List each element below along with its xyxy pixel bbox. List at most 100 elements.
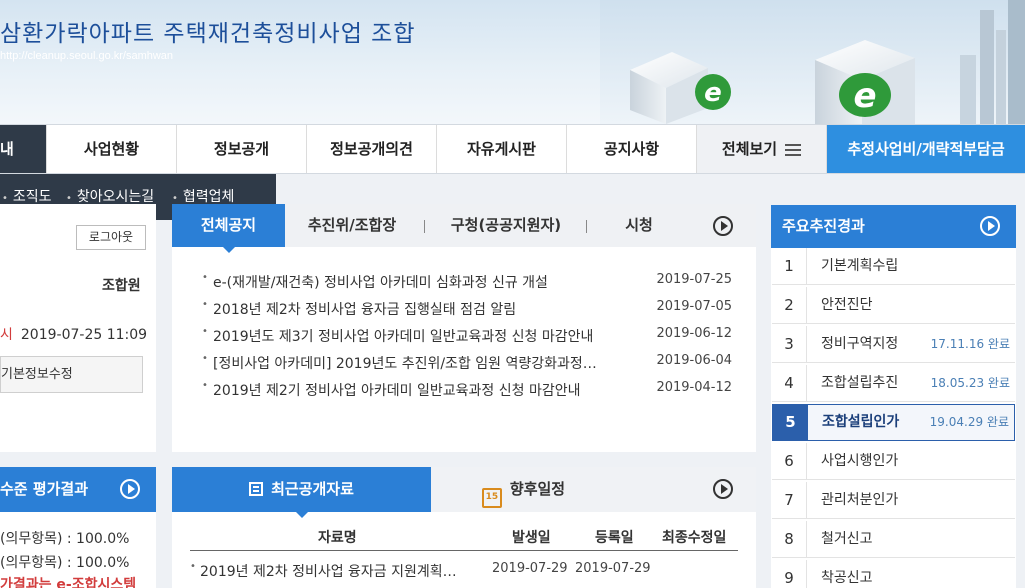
last-login: 시 2019-07-25 11:09	[0, 324, 147, 344]
progress-step[interactable]: 4 조합설립추진 18.05.23 완료	[772, 365, 1015, 402]
news-item[interactable]: • 2019년 제2기 정비사업 아카데미 일반교육과정 신청 마감안내 2019-…	[202, 380, 732, 400]
step-number: 4	[772, 365, 807, 402]
bullet-icon: •	[2, 193, 8, 204]
news-title: 2019년도 제3기 정비사업 아카데미 일반교육과정 신청 마감안내	[213, 329, 594, 345]
last-login-time: 2019-07-25 11:09	[20, 327, 148, 343]
step-number: 9	[772, 560, 807, 588]
progress-step[interactable]: 7 관리처분인가	[772, 482, 1015, 519]
progress-step-current[interactable]: 5 조합설립인가 19.04.29 완료	[772, 404, 1015, 441]
step-name: 착공신고	[821, 570, 873, 586]
gnb-label: 내	[0, 140, 14, 158]
news-item[interactable]: • e-(재개발/재건축) 정비사업 아카데미 심화과정 신규 개설 2019-07…	[202, 272, 732, 292]
news-date: 2019-07-05	[656, 299, 732, 314]
subnav-label: 협력업체	[182, 189, 235, 205]
news-date: 2019-06-12	[656, 326, 732, 341]
news-title: 2019년 제2기 정비사업 아카데미 일반교육과정 신청 마감안내	[213, 383, 581, 399]
bullet-icon: •	[190, 561, 196, 572]
gnb-item-estimated-cost[interactable]: 추정사업비/개략적부담금	[827, 125, 1025, 173]
logout-button[interactable]: 로그아웃	[76, 225, 146, 250]
member-type: 조합원	[102, 278, 141, 294]
progress-header[interactable]: 주요추진경과	[771, 205, 1016, 248]
level-note: 가결과는 e-조합시스템	[0, 577, 137, 588]
table-divider	[190, 550, 738, 551]
tab-all-notice[interactable]: 전체공지	[172, 204, 285, 253]
gnb-label: 공지사항	[603, 140, 660, 158]
tab-city-hall[interactable]: 시청	[592, 204, 686, 247]
edit-profile-button[interactable]: 기본정보수정	[0, 356, 143, 393]
gnb-item-view-all[interactable]: 전체보기	[697, 125, 827, 173]
step-name: 정비구역지정	[821, 336, 899, 352]
progress-step[interactable]: 6 사업시행인가	[772, 443, 1015, 480]
gnb-item-disclosure[interactable]: 정보공개	[177, 125, 307, 173]
level-title: 수준 평가결과	[0, 480, 89, 498]
tab-schedule[interactable]: 15 향후일정	[431, 467, 616, 512]
step-number: 3	[772, 326, 807, 363]
tab-district-office[interactable]: 구청(공공지원자)	[430, 204, 582, 247]
step-number: 8	[772, 521, 807, 558]
level-header[interactable]: 수준 평가결과	[0, 467, 156, 512]
data-tabs: 최근공개자료 15 향후일정	[172, 467, 756, 518]
progress-step[interactable]: 8 철거신고	[772, 521, 1015, 558]
column-header-occurred: 발생일	[512, 530, 551, 546]
last-login-label: 시	[0, 327, 13, 343]
svg-text:e: e	[704, 78, 722, 108]
news-title: 2018년 제2차 정비사업 융자금 집행실태 점검 알림	[213, 302, 517, 318]
bullet-icon: •	[202, 326, 208, 337]
news-date: 2019-04-12	[656, 380, 732, 395]
calendar-icon: 15	[481, 488, 502, 508]
news-title: e-(재개발/재건축) 정비사업 아카데미 심화과정 신규 개설	[213, 275, 548, 291]
progress-title: 주요추진경과	[782, 217, 865, 235]
gnb-item-free-board[interactable]: 자유게시판	[437, 125, 567, 173]
news-item[interactable]: • [정비사업 아카데미] 2019년도 추진위/조합 임원 역량강화과정… 201…	[202, 353, 732, 373]
subnav-label: 조직도	[12, 189, 52, 205]
step-name: 안전진단	[821, 297, 873, 313]
progress-step[interactable]: 1 기본계획수립	[772, 248, 1015, 285]
column-header-modified: 최종수정일	[662, 530, 727, 546]
bullet-icon: •	[202, 272, 208, 283]
step-name: 관리처분인가	[821, 492, 899, 508]
news-title: [정비사업 아카데미] 2019년도 추진위/조합 임원 역량강화과정…	[213, 356, 597, 372]
site-url: http://cleanup.seoul.go.kr/samhwan	[0, 50, 174, 62]
news-date: 2019-07-25	[656, 272, 732, 287]
progress-step[interactable]: 9 착공신고	[772, 560, 1015, 588]
bullet-icon: •	[66, 193, 72, 204]
play-circle-icon[interactable]	[713, 216, 733, 236]
header-decoration: e e	[600, 0, 1025, 124]
bullet-icon: •	[202, 380, 208, 391]
news-item[interactable]: • 2019년도 제3기 정비사업 아카데미 일반교육과정 신청 마감안내 2019…	[202, 326, 732, 346]
hamburger-icon	[785, 143, 802, 156]
news-tabs: 전체공지 추진위/조합장 구청(공공지원자) 시청	[172, 204, 756, 253]
progress-step[interactable]: 2 안전진단	[772, 287, 1015, 324]
play-circle-icon[interactable]	[120, 479, 140, 499]
gnb-label: 자유게시판	[466, 140, 536, 158]
bullet-icon: •	[202, 299, 208, 310]
column-header-registered: 등록일	[595, 530, 634, 546]
step-name: 철거신고	[821, 531, 873, 547]
step-date: 17.11.16 완료	[930, 337, 1010, 351]
step-number: 7	[772, 482, 807, 519]
site-title[interactable]: 삼환가락아파트 주택재건축정비사업 조합	[0, 14, 416, 48]
tab-committee[interactable]: 추진위/조합장	[285, 204, 419, 247]
gnb-item-disclosure-opinion[interactable]: 정보공개의견	[307, 125, 437, 173]
row-title: 2019년 제2차 정비사업 융자금 지원계획…	[200, 564, 457, 580]
play-circle-icon[interactable]	[980, 216, 1000, 236]
step-date: 19.04.29 완료	[929, 415, 1009, 429]
news-item[interactable]: • 2018년 제2차 정비사업 융자금 집행실태 점검 알림 2019-07-05	[202, 299, 732, 319]
bullet-icon: •	[202, 353, 208, 364]
row-registered: 2019-07-29	[575, 561, 651, 576]
step-number: 1	[772, 248, 807, 285]
gnb-item-business-status[interactable]: 사업현황	[47, 125, 177, 173]
main-navigation: 내 사업현황 정보공개 정보공개의견 자유게시판 공지사항 전체보기 추정사업비…	[0, 124, 1025, 174]
step-number: 6	[772, 443, 807, 480]
gnb-label: 추정사업비/개략적부담금	[847, 140, 1005, 158]
tab-recent-data[interactable]: 최근공개자료	[172, 467, 431, 518]
gnb-item-my[interactable]: 내	[0, 125, 47, 173]
step-name: 조합설립인가	[822, 414, 900, 430]
gnb-label: 정보공개	[213, 140, 270, 158]
step-date: 18.05.23 완료	[930, 376, 1010, 390]
progress-step[interactable]: 3 정비구역지정 17.11.16 완료	[772, 326, 1015, 363]
gnb-label: 사업현황	[83, 140, 140, 158]
step-number: 5	[773, 405, 808, 440]
play-circle-icon[interactable]	[713, 479, 733, 499]
gnb-item-notice[interactable]: 공지사항	[567, 125, 697, 173]
